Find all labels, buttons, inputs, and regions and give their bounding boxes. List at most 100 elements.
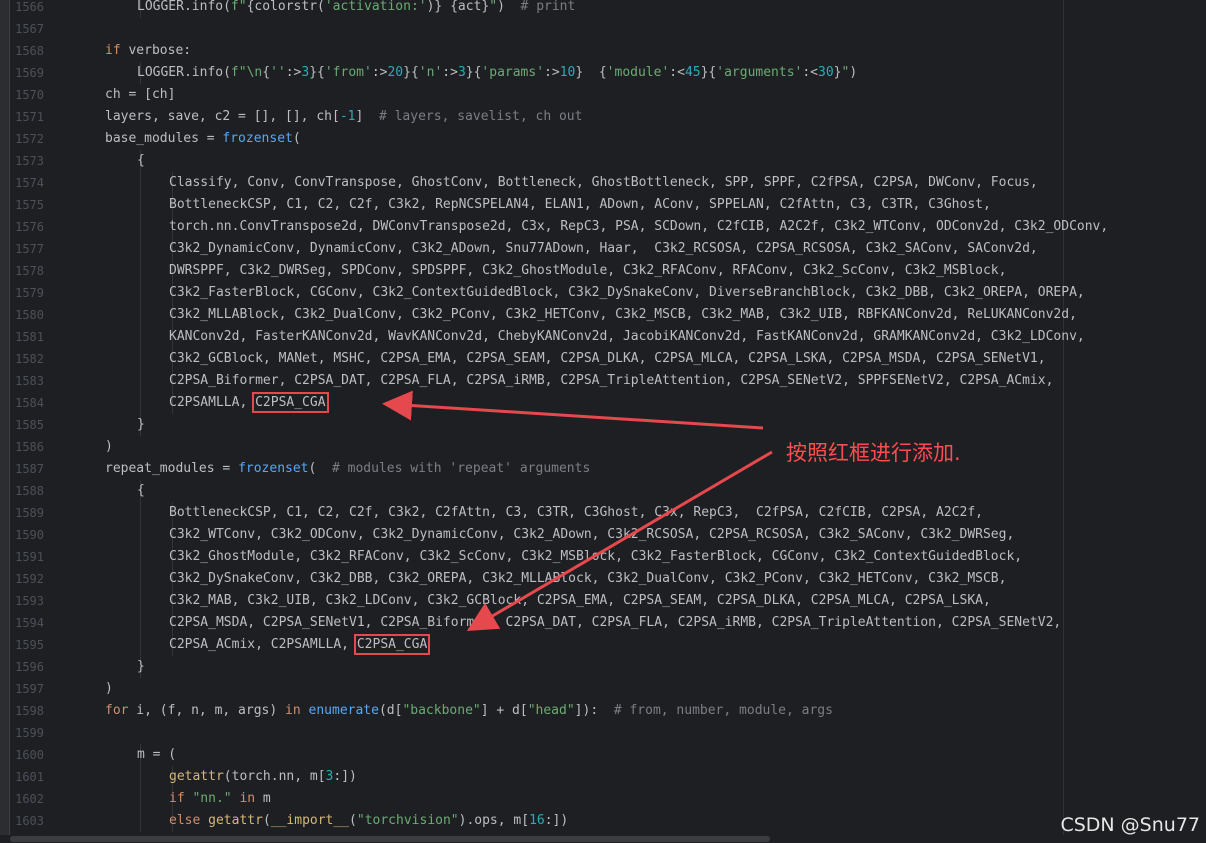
code-token: :> (371, 65, 388, 80)
code-text: C2PSA_Biformer, C2PSA_DAT, C2PSA_FLA, C2… (169, 370, 1053, 392)
code-line[interactable]: 1599 (0, 722, 1206, 744)
code-token: ) (105, 681, 113, 696)
code-token: C3k2_WTConv, C3k2_ODConv, C3k2_DynamicCo… (169, 527, 1015, 542)
code-line[interactable]: 1571 layers, save, c2 = [], [], ch[-1] # … (0, 106, 1206, 128)
code-text: if "nn." in m (169, 788, 271, 810)
code-text: layers, save, c2 = [], [], ch[-1] # laye… (105, 106, 582, 128)
code-token: )} {act} (426, 0, 490, 14)
code-line[interactable]: 1595 C2PSA_ACmix, C2PSAMLLA, C2PSA_CGA (0, 634, 1206, 656)
code-line[interactable]: 1573 { (0, 150, 1206, 172)
code-token: ( (349, 813, 357, 828)
code-editor[interactable]: 1566 LOGGER.info(f"{colorstr('activation:… (0, 0, 1206, 843)
code-line[interactable]: 1580 C3k2_MLLABlock, C3k2_DualConv, C3k2_… (0, 304, 1206, 326)
indent-guide (140, 590, 141, 612)
code-line[interactable]: 1581 KANConv2d, FasterKANConv2d, WavKANCo… (0, 326, 1206, 348)
code-line[interactable]: 1593 C3k2_MAB, C3k2_UIB, C3k2_LDConv, C3k… (0, 590, 1206, 612)
code-line[interactable]: 1589 BottleneckCSP, C1, C2, C2f, C3k2, C2… (0, 502, 1206, 524)
code-token: 45 (684, 65, 701, 80)
code-token: C3k2_DySnakeConv, C3k2_DBB, C3k2_OREPA, … (169, 571, 1007, 586)
line-number: 1590 (15, 528, 44, 542)
code-token: }{ (403, 65, 419, 80)
code-line[interactable]: 1574 Classify, Conv, ConvTranspose, Ghost… (0, 172, 1206, 194)
code-token: BottleneckCSP, C1, C2, C2f, C3k2, C2fAtt… (169, 505, 983, 520)
code-line[interactable]: 1603 else getattr(__import__("torchvision… (0, 810, 1206, 832)
code-text: m = ( (137, 744, 176, 766)
code-token: C3k2_MLLABlock, C3k2_DualConv, C3k2_PCon… (169, 307, 1077, 322)
code-token: 'arguments' (716, 65, 803, 80)
code-line[interactable]: 1579 C3k2_FasterBlock, CGConv, C3k2_Conte… (0, 282, 1206, 304)
code-line[interactable]: 1598 for i, (f, n, m, args) in enumerate(… (0, 700, 1206, 722)
code-text: if verbose: (105, 40, 191, 62)
code-line[interactable]: 1588 { (0, 480, 1206, 502)
code-line[interactable]: 1578 DWRSPPF, C3k2_DWRSeg, SPDConv, SPDSP… (0, 260, 1206, 282)
code-token: { (137, 483, 145, 498)
code-token: f" (230, 0, 247, 14)
code-text: BottleneckCSP, C1, C2, C2f, C3k2, RepNCS… (169, 194, 991, 216)
code-line[interactable]: 1583 C2PSA_Biformer, C2PSA_DAT, C2PSA_FLA… (0, 370, 1206, 392)
code-text: } (137, 656, 145, 678)
code-line[interactable]: 1591 C3k2_GhostModule, C3k2_RFAConv, C3k2… (0, 546, 1206, 568)
line-number: 1582 (15, 352, 44, 366)
code-line[interactable]: 1590 C3k2_WTConv, C3k2_ODConv, C3k2_Dynam… (0, 524, 1206, 546)
line-number: 1594 (15, 616, 44, 630)
horizontal-scrollbar[interactable] (0, 835, 1206, 843)
code-text: Classify, Conv, ConvTranspose, GhostConv… (169, 172, 1038, 194)
horizontal-scrollbar-thumb[interactable] (10, 836, 770, 842)
code-line[interactable]: 1592 C3k2_DySnakeConv, C3k2_DBB, C3k2_ORE… (0, 568, 1206, 590)
code-line[interactable]: 1596} (0, 656, 1206, 678)
code-token: {colorstr( (246, 0, 325, 14)
code-line[interactable]: 1569 LOGGER.info(f"\n{'':>3}{'from':>20}{… (0, 62, 1206, 84)
code-token: } (833, 65, 842, 80)
code-text: } (137, 414, 145, 436)
code-line[interactable]: 1602 if "nn." in m (0, 788, 1206, 810)
code-line[interactable]: 1582 C3k2_GCBlock, MANet, MSHC, C2PSA_EMA… (0, 348, 1206, 370)
line-number: 1580 (15, 308, 44, 322)
indent-guide (140, 766, 141, 788)
code-line[interactable]: 1594 C2PSA_MSDA, C2PSA_SENetV1, C2PSA_Bif… (0, 612, 1206, 634)
code-token: ).ops, m[ (458, 813, 530, 828)
code-token: -1 (339, 109, 356, 124)
code-line[interactable]: 1577 C3k2_DynamicConv, DynamicConv, C3k2_… (0, 238, 1206, 260)
code-line[interactable]: 1601 getattr(torch.nn, m[3:]) (0, 766, 1206, 788)
code-line[interactable]: 1568 if verbose: (0, 40, 1206, 62)
highlighted-module-name: C2PSA_CGA (353, 634, 431, 655)
code-line[interactable]: 1584 C2PSAMLLA, C2PSA_CGA (0, 392, 1206, 414)
code-line[interactable]: 1576 torch.nn.ConvTranspose2d, DWConvTran… (0, 216, 1206, 238)
code-token: if (105, 43, 121, 58)
code-token: DWRSPPF, C3k2_DWRSeg, SPDConv, SPDSPPF, … (169, 263, 1007, 278)
line-number: 1576 (15, 220, 44, 234)
code-line[interactable]: 1570 ch = [ch] (0, 84, 1206, 106)
code-text: LOGGER.info(f"{colorstr('activation:')} … (137, 0, 575, 18)
code-line[interactable]: 1566 LOGGER.info(f"{colorstr('activation:… (0, 0, 1206, 18)
code-line[interactable]: 1597) (0, 678, 1206, 700)
line-number: 1571 (15, 110, 44, 124)
line-number: 1568 (15, 44, 44, 58)
code-token: # print (520, 0, 576, 14)
code-token: else (169, 813, 201, 828)
code-text: ) (105, 436, 113, 458)
code-text: C3k2_MLLABlock, C3k2_DualConv, C3k2_PCon… (169, 304, 1077, 326)
line-number: 1595 (15, 638, 44, 652)
code-text: torch.nn.ConvTranspose2d, DWConvTranspos… (169, 216, 1108, 238)
code-token: 'from' (324, 65, 372, 80)
code-line[interactable]: 1575 BottleneckCSP, C1, C2, C2f, C3k2, Re… (0, 194, 1206, 216)
code-line[interactable]: 1567 (0, 18, 1206, 40)
code-text: base_modules = frozenset( (105, 128, 301, 150)
code-line[interactable]: 1572 base_modules = frozenset( (0, 128, 1206, 150)
code-token: LOGGER.info( (137, 0, 231, 14)
code-line[interactable]: 1587 repeat_modules = frozenset( # module… (0, 458, 1206, 480)
line-number: 1577 (15, 242, 44, 256)
line-number: 1567 (15, 22, 44, 36)
code-token: :]) (544, 813, 569, 828)
code-token: :> (544, 65, 560, 80)
code-text: C2PSA_ACmix, C2PSAMLLA, C2PSA_CGA (169, 634, 431, 656)
code-token: ( (262, 813, 271, 828)
code-line[interactable]: 1586) (0, 436, 1206, 458)
code-token: # layers, savelist, ch out (378, 109, 583, 124)
code-line[interactable]: 1600 m = ( (0, 744, 1206, 766)
code-line[interactable]: 1585} (0, 414, 1206, 436)
code-token: "head" (527, 703, 575, 718)
indent-guide (140, 634, 141, 656)
highlighted-module-name: C2PSA_CGA (252, 392, 329, 413)
